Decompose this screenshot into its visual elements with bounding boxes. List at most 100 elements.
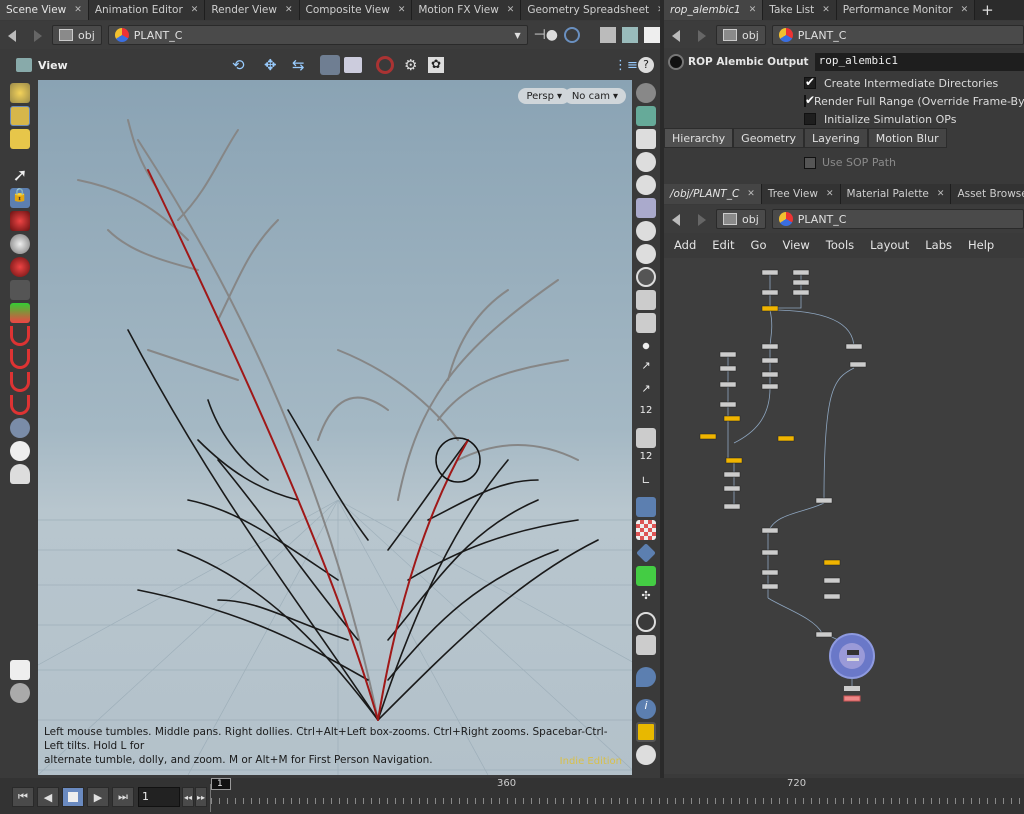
network-node[interactable] [761,357,779,364]
tab-asset-browser[interactable]: Asset Browser✕ [951,184,1024,204]
landscape-icon[interactable] [636,635,656,655]
network-node[interactable] [761,583,779,590]
back-arrow-icon[interactable] [8,28,24,42]
network-node[interactable] [723,503,741,510]
network-node[interactable] [792,279,810,286]
move-tool-icon[interactable] [10,211,30,231]
menu-help[interactable]: Help [958,238,1000,252]
network-node[interactable] [815,497,833,504]
checkbox-box[interactable] [804,113,816,125]
path-node[interactable]: PLANT_C [771,209,1024,229]
network-node[interactable] [761,305,779,312]
notes-icon[interactable] [10,660,30,680]
network-node[interactable] [761,343,779,350]
ghost-icon[interactable] [636,106,656,126]
persp-menu[interactable]: Persp ▾ [518,88,570,104]
angle-icon[interactable]: ∟ [636,474,656,494]
scale-tool-icon[interactable] [10,257,30,277]
menu-go[interactable]: Go [741,238,773,252]
point-icon[interactable] [636,336,656,356]
close-icon[interactable]: ✕ [961,5,969,15]
path-context[interactable]: obj [716,25,766,45]
network-node[interactable] [792,289,810,296]
network-node[interactable] [719,381,737,388]
camera-view-icon[interactable] [636,313,656,333]
uv-icon[interactable] [636,566,656,586]
camera-icon[interactable] [320,55,340,75]
network-node[interactable] [761,569,779,576]
create-dirs-checkbox[interactable]: Create Intermediate Directories [804,74,1024,92]
tab-geometry-spreadsheet[interactable]: Geometry Spreadsheet✕ [521,0,672,20]
handle-tool-icon[interactable] [10,303,30,323]
close-icon[interactable]: ✕ [398,5,406,15]
network-node[interactable] [723,485,741,492]
network-editor[interactable] [664,258,1024,774]
tab-take-list[interactable]: Take List ✕ [763,0,837,20]
stop-button[interactable] [62,787,84,807]
menu-view[interactable]: View [773,238,816,252]
menu-tools[interactable]: Tools [816,238,860,252]
display-settings-icon[interactable] [10,683,30,703]
tab-geometry[interactable]: Geometry [733,128,805,148]
network-node[interactable] [761,549,779,556]
tab-composite-view[interactable]: Composite View ✕ [299,0,413,20]
view-cube-icon[interactable] [600,27,617,43]
close-circle-icon[interactable] [636,152,656,172]
snap-grid-icon[interactable] [10,418,30,438]
info-icon[interactable]: i [636,699,656,719]
network-node[interactable] [823,577,841,584]
tab-motion-blur[interactable]: Motion Blur [867,128,947,148]
back-arrow-icon[interactable] [672,28,688,42]
tab-layering[interactable]: Layering [804,128,868,148]
add-tab-button[interactable]: + [975,0,1000,20]
transform-tool-icon[interactable] [10,106,30,126]
select-arrow-icon[interactable]: ➚ [10,165,30,186]
close-icon[interactable]: ✕ [826,189,834,199]
checkbox-box[interactable] [804,75,816,89]
magnet-icon-1[interactable] [10,326,30,346]
magnet-icon-3[interactable] [10,372,30,392]
use-sop-path-checkbox[interactable]: Use SOP Path [804,156,896,169]
snap-point-icon[interactable] [10,441,30,461]
network-node[interactable] [849,361,867,368]
timeline-ruler[interactable]: 1 360 720 [210,778,1024,812]
checker-icon[interactable] [636,520,656,540]
vector-icon[interactable]: ↗ [636,382,656,402]
menu-labs[interactable]: Labs [915,238,958,252]
forward-arrow-icon[interactable] [694,212,710,226]
path-node[interactable]: PLANT_C [771,25,1024,45]
network-node[interactable] [761,527,779,534]
sphere-tool-icon[interactable] [10,83,30,103]
view-menu-icon[interactable] [16,58,32,72]
visibility-icon[interactable] [636,290,656,310]
point-numbers-icon[interactable]: 12 [636,405,656,425]
network-node[interactable] [823,593,841,600]
display-menu-icon[interactable]: ⋮≡ [614,58,638,73]
tab-motion-fx-view[interactable]: Motion FX View ✕ [412,0,522,20]
network-node[interactable] [823,559,841,566]
flipbook-icon[interactable] [344,57,362,73]
network-node[interactable] [699,433,717,440]
tumble-icon[interactable]: ⟲ [232,56,245,74]
output-null-node[interactable] [844,686,860,691]
no-entry-icon[interactable] [376,56,394,74]
tab-hierarchy[interactable]: Hierarchy [664,128,734,148]
checkbox-box[interactable] [804,93,815,107]
close-icon[interactable]: ✕ [507,5,515,15]
network-node[interactable] [719,401,737,408]
tab-scene-view[interactable]: Scene View ✕ [0,0,89,20]
close-icon[interactable]: ✕ [822,5,830,15]
frame-field[interactable]: 1 [138,787,180,807]
menu-edit[interactable]: Edit [702,238,740,252]
viewport[interactable]: Persp ▾ No cam ▾ Left mouse tumbles. Middl… [38,80,632,775]
rop-name-field[interactable]: rop_alembic1 [814,53,1024,71]
close-icon[interactable]: ✕ [747,189,755,199]
cube-tool-icon[interactable] [10,129,30,149]
init-sim-ops-checkbox[interactable]: Initialize Simulation OPs [804,110,1024,128]
rotate-tool-icon[interactable] [10,234,30,254]
close-icon[interactable]: ✕ [191,5,199,15]
snapshot-icon[interactable] [644,27,661,43]
box-icon[interactable] [636,612,656,632]
back-arrow-icon[interactable] [672,212,688,226]
lock-select-icon[interactable]: 🔒 [10,188,30,208]
